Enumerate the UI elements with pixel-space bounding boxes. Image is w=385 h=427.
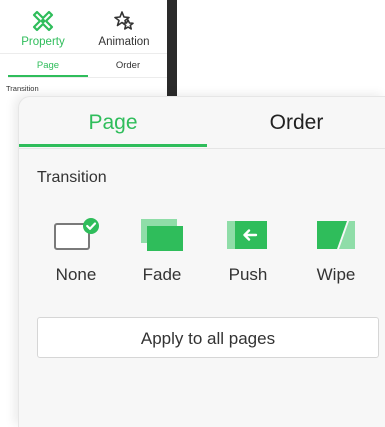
transition-label-push: Push xyxy=(228,265,268,284)
mini-tab-animation[interactable]: Animation xyxy=(89,10,159,48)
mini-subtab-order[interactable]: Order xyxy=(88,60,168,75)
transition-panel: Page Order Transition None Fade Push Wip… xyxy=(18,96,385,427)
transition-label-wipe: Wipe xyxy=(316,265,356,284)
apply-to-all-pages-button[interactable]: Apply to all pages xyxy=(37,317,379,358)
section-title-transition: Transition xyxy=(37,169,107,186)
transition-option-wipe[interactable]: Wipe xyxy=(301,217,371,285)
tab-divider xyxy=(19,148,385,149)
mini-tab-animation-label: Animation xyxy=(98,36,150,48)
transition-label-none: None xyxy=(55,265,97,284)
transition-label-fade: Fade xyxy=(142,265,182,284)
tab-order[interactable]: Order xyxy=(207,97,385,147)
transition-option-none[interactable]: None xyxy=(41,217,111,285)
mini-subtab-page[interactable]: Page xyxy=(8,60,88,77)
fade-transition-icon xyxy=(139,217,185,253)
active-tab-indicator xyxy=(19,144,207,147)
animation-icon xyxy=(113,10,135,32)
transition-option-fade[interactable]: Fade xyxy=(127,217,197,285)
push-transition-icon xyxy=(225,217,271,253)
mini-section-title: Transition xyxy=(6,84,39,93)
mini-tab-property[interactable]: Property xyxy=(8,10,78,48)
mini-tab-property-label: Property xyxy=(21,36,65,48)
panel-splitter[interactable] xyxy=(167,0,177,97)
transition-option-push[interactable]: Push xyxy=(213,217,283,285)
none-transition-icon xyxy=(53,217,99,253)
tab-page[interactable]: Page xyxy=(19,97,207,147)
wipe-transition-icon xyxy=(313,217,359,253)
mini-divider-line xyxy=(0,53,167,54)
mini-subtab-divider xyxy=(8,77,167,78)
property-icon xyxy=(32,10,54,32)
